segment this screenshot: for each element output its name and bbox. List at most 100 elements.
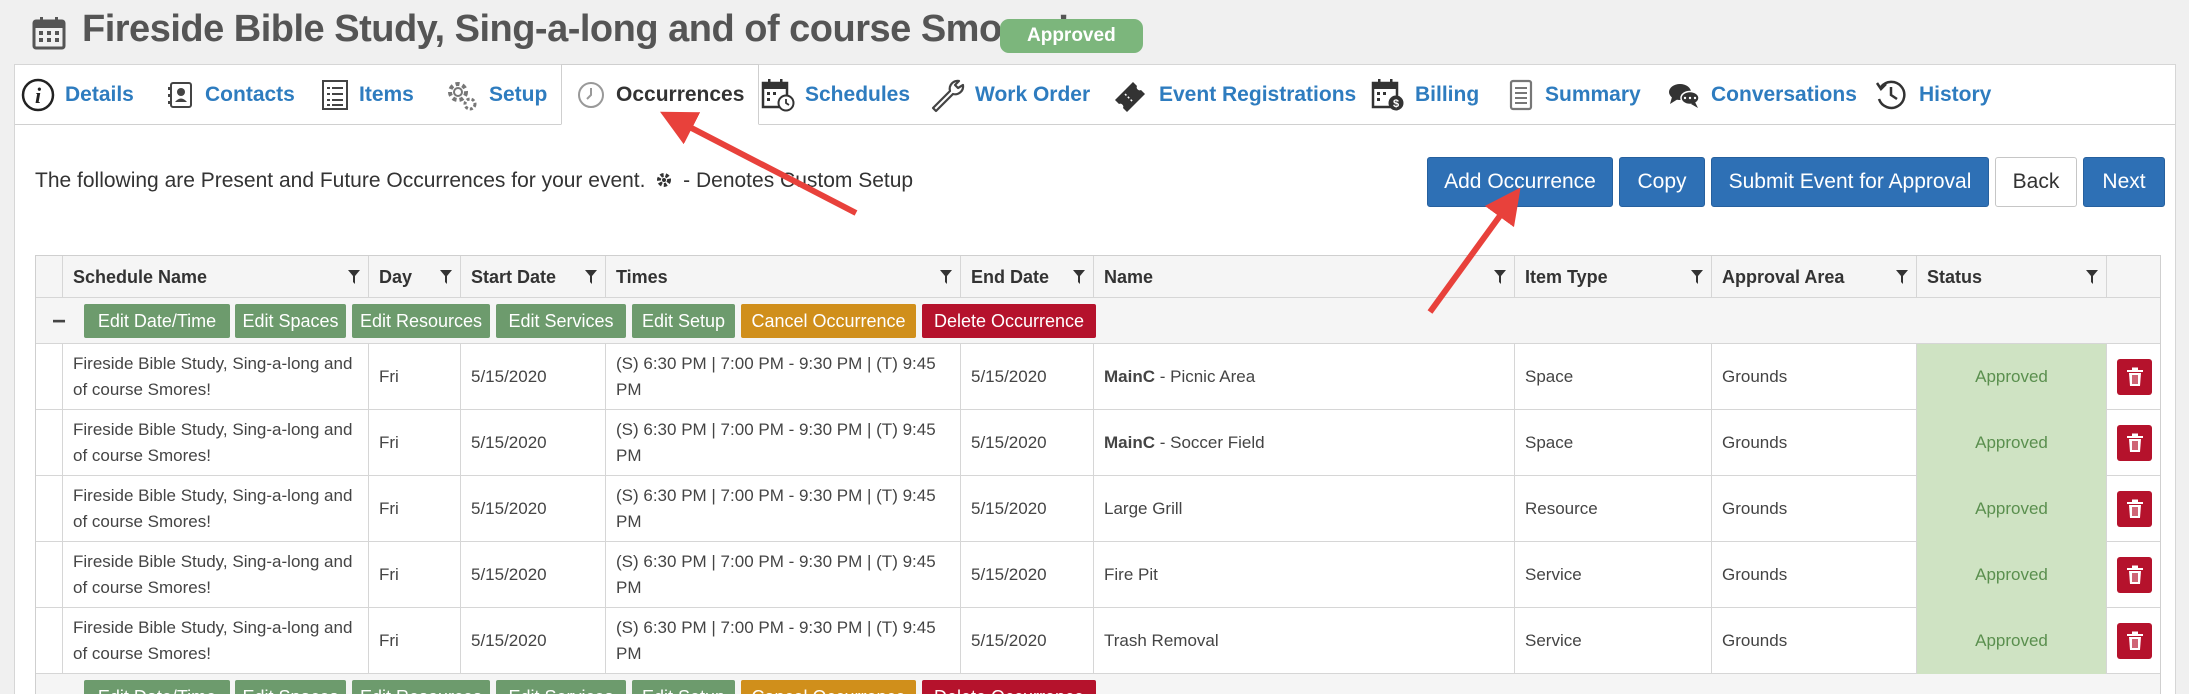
cell-status: Approved <box>1916 410 2106 476</box>
cell-status: Approved <box>1916 344 2106 410</box>
tab-billing[interactable]: $ Billing <box>1371 65 1479 125</box>
column-approval-area[interactable]: Approval Area <box>1711 256 1916 298</box>
edit-setup-button[interactable]: Edit Setup <box>632 304 735 338</box>
filter-icon[interactable] <box>348 270 360 284</box>
column-name[interactable]: Name <box>1093 256 1514 298</box>
cell-start-date: 5/15/2020 <box>460 410 605 476</box>
filter-icon[interactable] <box>440 270 452 284</box>
tab-contacts[interactable]: Contacts <box>167 65 295 125</box>
tab-setup[interactable]: Setup <box>443 65 547 125</box>
table-row: Fireside Bible Study, Sing-a-long and of… <box>36 542 2160 608</box>
edit-resources-button[interactable]: Edit Resources <box>352 680 490 694</box>
wrench-icon <box>931 79 965 113</box>
ticket-icon <box>1115 82 1145 112</box>
delete-occurrence-button[interactable]: Delete Occurrence <box>922 304 1096 338</box>
tab-label: Setup <box>489 83 548 106</box>
cell-start-date: 5/15/2020 <box>460 608 605 674</box>
column-day[interactable]: Day <box>368 256 460 298</box>
edit-datetime-button[interactable]: Edit Date/Time <box>84 304 230 338</box>
filter-icon[interactable] <box>2086 270 2098 284</box>
filter-icon[interactable] <box>1073 270 1085 284</box>
back-button[interactable]: Back <box>1995 157 2077 207</box>
occurrence-group-row: − Edit Date/Time Edit Spaces Edit Resour… <box>36 674 2160 694</box>
tab-schedules[interactable]: Schedules <box>761 65 910 125</box>
tab-conversations[interactable]: Conversations <box>1667 65 1857 125</box>
info-legend-text: - Denotes Custom Setup <box>683 169 914 192</box>
cell-approval-area: Grounds <box>1711 344 1916 410</box>
delete-item-button[interactable] <box>2117 425 2152 461</box>
filter-icon[interactable] <box>1494 270 1506 284</box>
cell-times: (S) 6:30 PM | 7:00 PM - 9:30 PM | (T) 9:… <box>605 344 960 410</box>
contacts-icon <box>168 82 192 108</box>
next-button[interactable]: Next <box>2083 157 2165 207</box>
edit-resources-button[interactable]: Edit Resources <box>352 304 490 338</box>
tab-bar: i Details Contacts Items Setup Occurrenc… <box>15 64 2175 125</box>
column-start-date[interactable]: Start Date <box>460 256 605 298</box>
page-title: Fireside Bible Study, Sing-a-long and of… <box>82 8 1070 50</box>
copy-button[interactable]: Copy <box>1619 157 1705 207</box>
edit-setup-button[interactable]: Edit Setup <box>632 680 735 694</box>
tab-event-registrations[interactable]: Event Registrations <box>1111 65 1356 125</box>
cell-name: Large Grill <box>1093 476 1514 542</box>
column-times[interactable]: Times <box>605 256 960 298</box>
svg-text:$: $ <box>1393 98 1399 110</box>
cell-approval-area: Grounds <box>1711 608 1916 674</box>
cell-item-type: Space <box>1514 410 1711 476</box>
event-panel: i Details Contacts Items Setup Occurrenc… <box>14 64 2176 694</box>
status-badge: Approved <box>1000 19 1143 53</box>
tab-work-order[interactable]: Work Order <box>929 65 1090 125</box>
cell-name: Fire Pit <box>1093 542 1514 608</box>
delete-item-button[interactable] <box>2117 623 2152 659</box>
cancel-occurrence-button[interactable]: Cancel Occurrence <box>741 680 916 694</box>
calendar-clock-icon <box>761 79 795 112</box>
tab-label: Billing <box>1415 83 1480 106</box>
filter-icon[interactable] <box>940 270 952 284</box>
table-row: Fireside Bible Study, Sing-a-long and of… <box>36 476 2160 542</box>
tab-label: Contacts <box>205 83 295 106</box>
edit-services-button[interactable]: Edit Services <box>496 304 626 338</box>
delete-occurrence-button[interactable]: Delete Occurrence <box>922 680 1096 694</box>
tab-details[interactable]: i Details <box>21 65 134 125</box>
delete-item-button[interactable] <box>2117 491 2152 527</box>
cancel-occurrence-button[interactable]: Cancel Occurrence <box>741 304 916 338</box>
add-occurrence-button[interactable]: Add Occurrence <box>1427 157 1613 207</box>
trash-icon <box>2126 433 2143 452</box>
submit-event-button[interactable]: Submit Event for Approval <box>1711 157 1989 207</box>
tab-occurrences[interactable]: Occurrences <box>561 64 760 125</box>
collapse-toggle[interactable]: − <box>52 684 66 694</box>
grid-header: Schedule Name Day Start Date Times End D… <box>36 256 2160 298</box>
edit-datetime-button[interactable]: Edit Date/Time <box>84 680 230 694</box>
cell-status: Approved <box>1916 542 2106 608</box>
column-end-date[interactable]: End Date <box>960 256 1093 298</box>
info-text: The following are Present and Future Occ… <box>35 169 646 192</box>
item-name: - Soccer Field <box>1155 433 1265 452</box>
tab-label: Event Registrations <box>1159 83 1357 106</box>
cell-status: Approved <box>1916 476 2106 542</box>
edit-spaces-button[interactable]: Edit Spaces <box>235 680 346 694</box>
cell-item-type: Resource <box>1514 476 1711 542</box>
filter-icon[interactable] <box>585 270 597 284</box>
column-item-type[interactable]: Item Type <box>1514 256 1711 298</box>
tab-items[interactable]: Items <box>321 65 414 125</box>
collapse-toggle[interactable]: − <box>52 308 66 336</box>
tab-summary[interactable]: Summary <box>1507 65 1641 125</box>
cell-name: MainC - Picnic Area <box>1093 344 1514 410</box>
edit-spaces-button[interactable]: Edit Spaces <box>235 304 346 338</box>
cell-status: Approved <box>1916 608 2106 674</box>
cell-item-type: Service <box>1514 542 1711 608</box>
edit-services-button[interactable]: Edit Services <box>496 680 626 694</box>
column-schedule-name[interactable]: Schedule Name <box>62 256 368 298</box>
delete-item-button[interactable] <box>2117 557 2152 593</box>
cell-actions <box>2106 476 2160 542</box>
filter-icon[interactable] <box>1896 270 1908 284</box>
cell-schedule-name: Fireside Bible Study, Sing-a-long and of… <box>62 344 368 410</box>
cell-actions <box>2106 608 2160 674</box>
delete-item-button[interactable] <box>2117 359 2152 395</box>
tab-history[interactable]: History <box>1873 65 1991 125</box>
trash-icon <box>2126 367 2143 386</box>
filter-icon[interactable] <box>1691 270 1703 284</box>
cell-item-type: Service <box>1514 608 1711 674</box>
column-status[interactable]: Status <box>1916 256 2106 298</box>
info-icon: i <box>21 78 55 112</box>
cell-times: (S) 6:30 PM | 7:00 PM - 9:30 PM | (T) 9:… <box>605 542 960 608</box>
